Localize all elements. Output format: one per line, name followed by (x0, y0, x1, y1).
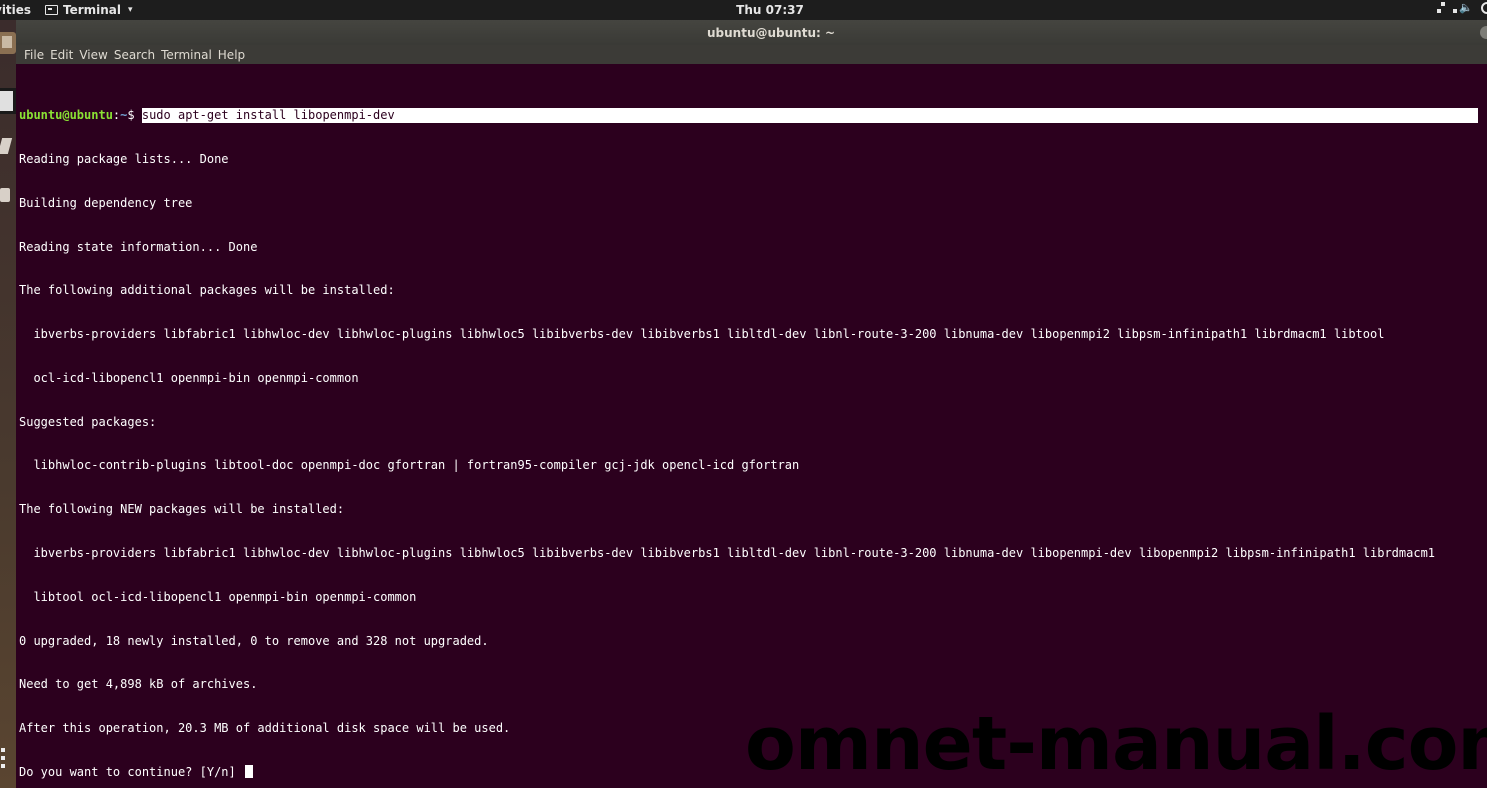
top-bar: vities Terminal ▾ Thu 07:37 🔈 (0, 0, 1487, 20)
show-applications-icon[interactable] (0, 748, 8, 772)
window-title: ubuntu@ubuntu: ~ (706, 26, 836, 40)
terminal-text: ubuntu@ubuntu:~$ sudo apt-get install li… (19, 79, 1478, 788)
menu-view[interactable]: View (77, 48, 111, 62)
command-line: ubuntu@ubuntu:~$ sudo apt-get install li… (19, 108, 1478, 123)
menu-search[interactable]: Search (112, 48, 159, 62)
system-tray[interactable]: 🔈 (1437, 2, 1487, 14)
watermark: omnet-manual.com (745, 701, 1487, 787)
output-line: ocl-icd-libopencl1 openmpi-bin openmpi-c… (19, 370, 359, 385)
dock (0, 20, 16, 788)
output-line: ibverbs-providers libfabric1 libhwloc-de… (19, 327, 1385, 342)
dock-text-editor-icon[interactable] (0, 136, 16, 158)
menu-bar: File Edit View Search Terminal Help (16, 45, 1487, 64)
window-titlebar[interactable]: ubuntu@ubuntu: ~ (16, 20, 1487, 45)
dock-software-icon[interactable] (0, 186, 16, 208)
volume-icon[interactable]: 🔈 (1459, 2, 1473, 14)
output-line: Need to get 4,898 kB of archives. (19, 677, 258, 692)
output-line: The following NEW packages will be insta… (19, 502, 345, 517)
menu-terminal[interactable]: Terminal (159, 48, 216, 62)
output-line: Suggested packages: (19, 414, 157, 429)
network-icon[interactable] (1437, 2, 1457, 14)
continue-prompt: Do you want to continue? [Y/n] (19, 764, 243, 779)
clock[interactable]: Thu 07:37 (0, 3, 1487, 17)
output-line: Reading state information... Done (19, 239, 258, 254)
text-cursor (244, 764, 253, 778)
output-line: libhwloc-contrib-plugins libtool-doc ope… (19, 458, 800, 473)
dock-terminal-icon[interactable] (0, 88, 16, 114)
output-line: 0 upgraded, 18 newly installed, 0 to rem… (19, 633, 489, 648)
output-line: ibverbs-providers libfabric1 libhwloc-de… (19, 546, 1436, 560)
menu-file[interactable]: File (22, 48, 48, 62)
output-line: The following additional packages will b… (19, 283, 395, 298)
prompt-symbol: $ (127, 108, 142, 123)
menu-help[interactable]: Help (216, 48, 249, 62)
prompt-user: ubuntu@ubuntu (19, 108, 113, 123)
output-line: libtool ocl-icd-libopencl1 openmpi-bin o… (19, 589, 417, 604)
menu-edit[interactable]: Edit (48, 48, 77, 62)
output-line: Reading package lists... Done (19, 151, 229, 166)
terminal-output-area[interactable]: ubuntu@ubuntu:~$ sudo apt-get install li… (16, 64, 1487, 788)
selected-command[interactable]: sudo apt-get install libopenmpi-dev (141, 108, 1478, 123)
output-line: Building dependency tree (19, 195, 193, 210)
close-icon[interactable] (1480, 26, 1487, 39)
power-icon[interactable] (1481, 2, 1487, 14)
dock-files-icon[interactable] (0, 32, 16, 54)
